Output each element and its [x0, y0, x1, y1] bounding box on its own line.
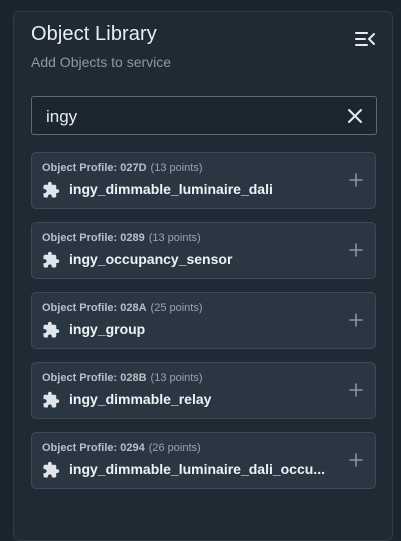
points-count: (25 points): [150, 302, 203, 314]
points-count: (13 points): [150, 372, 203, 384]
object-card[interactable]: Object Profile: 0289 (13 points) ingy_occ…: [31, 222, 376, 279]
object-profile-label: Object Profile: 028B: [42, 372, 147, 384]
add-icon[interactable]: [349, 173, 363, 187]
object-card-meta: Object Profile: 027D (13 points): [42, 162, 203, 174]
panel-subtitle: Add Objects to service: [31, 54, 172, 70]
menu-collapse-icon: [355, 32, 375, 46]
object-profile-label: Object Profile: 0294: [42, 442, 145, 454]
points-count: (26 points): [148, 442, 201, 454]
object-profile-label: Object Profile: 027D: [42, 162, 147, 174]
object-profile-label: Object Profile: 028A: [42, 302, 147, 314]
object-name: ingy_dimmable_luminaire_dali: [69, 181, 273, 197]
object-library-panel: Object Library Add Objects to service Ob: [13, 11, 393, 541]
object-card[interactable]: Object Profile: 0294 (26 points) ingy_dim…: [31, 432, 376, 489]
add-icon[interactable]: [349, 383, 363, 397]
object-card-meta: Object Profile: 028A (25 points): [42, 302, 203, 314]
object-card[interactable]: Object Profile: 027D (13 points) ingy_dim…: [31, 152, 376, 209]
puzzle-icon: [43, 251, 60, 268]
add-icon[interactable]: [349, 313, 363, 327]
search-box: [31, 96, 377, 136]
object-name: ingy_dimmable_luminaire_dali_occu...: [69, 461, 325, 477]
puzzle-icon: [43, 391, 60, 408]
object-name: ingy_dimmable_relay: [69, 391, 212, 407]
object-card[interactable]: Object Profile: 028A (25 points) ingy_gro…: [31, 292, 376, 349]
add-icon[interactable]: [349, 243, 363, 257]
object-profile-label: Object Profile: 0289: [42, 232, 145, 244]
panel-title: Object Library: [31, 23, 157, 45]
clear-search-button[interactable]: [346, 107, 364, 125]
points-count: (13 points): [150, 162, 203, 174]
add-icon[interactable]: [349, 453, 363, 467]
object-card-meta: Object Profile: 0289 (13 points): [42, 232, 201, 244]
object-name: ingy_occupancy_sensor: [69, 251, 233, 267]
object-card-meta: Object Profile: 0294 (26 points): [42, 442, 201, 454]
object-name: ingy_group: [69, 321, 146, 337]
collapse-panel-button[interactable]: [352, 28, 378, 50]
puzzle-icon: [43, 181, 60, 198]
object-card-meta: Object Profile: 028B (13 points): [42, 372, 203, 384]
puzzle-icon: [43, 461, 60, 478]
search-input[interactable]: [44, 97, 338, 136]
close-icon: [348, 109, 362, 123]
points-count: (13 points): [148, 232, 201, 244]
object-card[interactable]: Object Profile: 028B (13 points) ingy_dim…: [31, 362, 376, 419]
puzzle-icon: [43, 321, 60, 338]
